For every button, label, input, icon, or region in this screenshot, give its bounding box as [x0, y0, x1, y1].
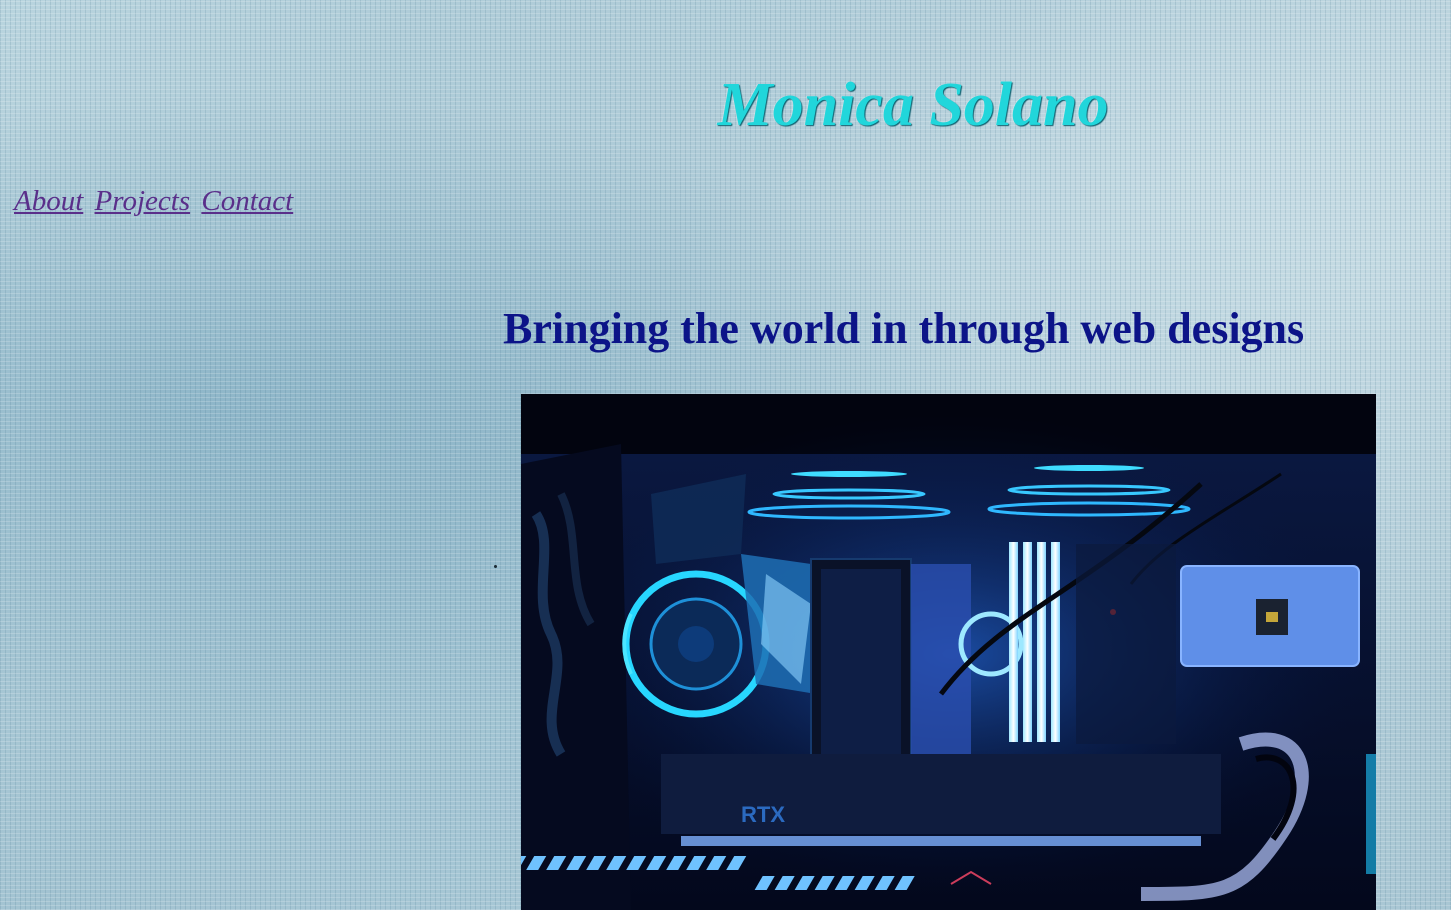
nav-link-projects[interactable]: Projects — [95, 185, 191, 217]
pc-build-illustration: RTX — [521, 394, 1376, 910]
nav-link-contact[interactable]: Contact — [201, 185, 293, 217]
hero-image: RTX — [521, 394, 1376, 910]
site-title: Monica Solano — [717, 71, 1109, 139]
main-nav: About Projects Contact — [14, 185, 297, 218]
gpu-brand-text: RTX — [741, 802, 785, 827]
nav-link-about[interactable]: About — [14, 185, 83, 217]
tagline-heading: Bringing the world in through web design… — [503, 304, 1305, 353]
background-speck — [494, 565, 497, 568]
